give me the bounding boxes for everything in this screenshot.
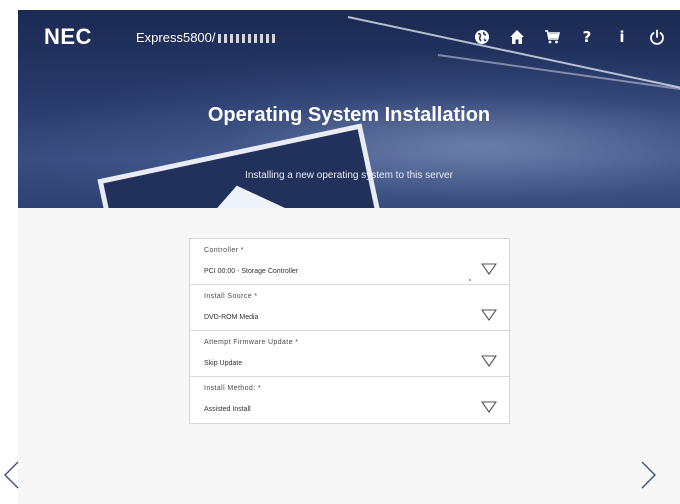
model-redacted bbox=[217, 34, 278, 44]
chevron-left-icon bbox=[4, 461, 19, 489]
chevron-down-icon bbox=[481, 309, 497, 321]
info-icon: i bbox=[619, 27, 625, 46]
cart-icon bbox=[545, 30, 560, 44]
chevron-right-icon bbox=[641, 461, 656, 489]
screen: NEC Express5800/ ? i Operating System In… bbox=[0, 0, 680, 504]
controller-select[interactable]: Controller * PCI 00:00 - Storage Control… bbox=[190, 239, 509, 285]
help-button[interactable]: ? bbox=[578, 27, 596, 47]
cart-button[interactable] bbox=[543, 27, 561, 47]
model-name: Express5800/ bbox=[136, 30, 278, 45]
chevron-down-icon bbox=[481, 401, 497, 413]
field-value: DVD-ROM Media bbox=[204, 314, 259, 321]
header-banner: NEC Express5800/ ? i Operating System In… bbox=[18, 10, 680, 208]
field-value: Skip Update bbox=[204, 360, 243, 367]
page-title: Operating System Installation bbox=[207, 104, 491, 126]
field-label: Controller * bbox=[204, 247, 244, 254]
chevron-down-icon bbox=[481, 355, 497, 367]
field-label: Attempt Firmware Update * bbox=[204, 339, 299, 346]
previous-page-button[interactable] bbox=[2, 460, 20, 490]
next-page-button[interactable] bbox=[640, 460, 658, 490]
field-label: Install Method: * bbox=[204, 385, 261, 392]
model-text: Express5800/ bbox=[136, 30, 216, 45]
field-value: Assisted Install bbox=[204, 406, 251, 413]
help-icon: ? bbox=[582, 27, 592, 46]
power-button[interactable] bbox=[648, 27, 666, 47]
power-icon bbox=[650, 29, 664, 45]
field-value: PCI 00:00 - Storage Controller bbox=[204, 268, 299, 275]
home-button[interactable] bbox=[508, 27, 526, 47]
firmware-update-select[interactable]: Attempt Firmware Update * Skip Update bbox=[190, 331, 509, 377]
info-button[interactable]: i bbox=[613, 27, 631, 47]
language-button[interactable] bbox=[473, 27, 491, 47]
install-options-form: Controller * PCI 00:00 - Storage Control… bbox=[189, 238, 510, 424]
nec-logo: NEC bbox=[44, 24, 92, 49]
cursor-dot bbox=[469, 279, 471, 281]
home-icon bbox=[510, 30, 524, 44]
field-label: Install Source * bbox=[204, 293, 258, 300]
header-nav: ? i bbox=[473, 26, 666, 48]
chevron-down-icon bbox=[481, 263, 497, 275]
install-method-select[interactable]: Install Method: * Assisted Install bbox=[190, 377, 509, 423]
top-bar: NEC Express5800/ ? i bbox=[18, 10, 680, 66]
install-source-select[interactable]: Install Source * DVD-ROM Media bbox=[190, 285, 509, 331]
globe-icon bbox=[475, 30, 489, 44]
page-subtitle: Installing a new operating system to thi… bbox=[245, 170, 453, 181]
app-window: NEC Express5800/ ? i Operating System In… bbox=[18, 10, 680, 504]
